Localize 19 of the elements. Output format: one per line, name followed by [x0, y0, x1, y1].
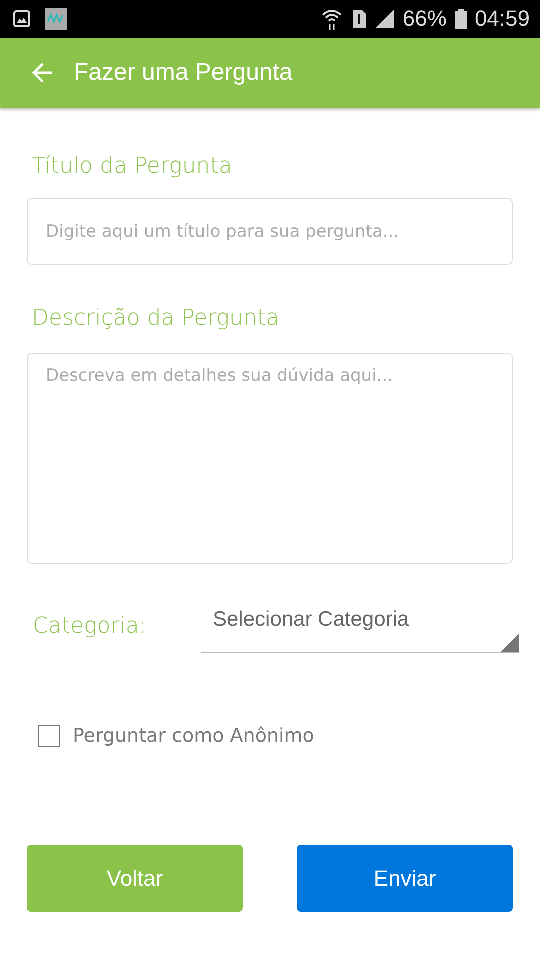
app-icon: [45, 8, 67, 30]
clock: 04:59: [474, 6, 530, 32]
battery-icon: [454, 9, 467, 29]
sim-icon: [350, 9, 367, 29]
gallery-icon: [13, 10, 31, 28]
send-button[interactable]: Enviar: [297, 845, 513, 912]
battery-percent: 66%: [402, 6, 447, 32]
description-input-field[interactable]: Descreva em detalhes sua dúvida aqui...: [27, 353, 513, 564]
title-input-field[interactable]: Digite aqui um título para sua pergunta...: [27, 198, 513, 265]
field-label: Título da Pergunta: [32, 154, 234, 179]
wifi-icon: [320, 7, 343, 31]
checkbox-label: Perguntar como Anônimo: [73, 725, 314, 747]
signal-icon: [374, 9, 395, 29]
dropdown-triangle-icon: [501, 634, 519, 652]
checkbox[interactable]: [38, 725, 60, 747]
category-dropdown[interactable]: Selecionar Categoria: [201, 608, 519, 653]
category-label: Categoria:: [32, 614, 148, 641]
screen-title: Fazer uma Pergunta: [74, 59, 293, 87]
field-label: Descrição da Pergunta: [32, 306, 281, 331]
